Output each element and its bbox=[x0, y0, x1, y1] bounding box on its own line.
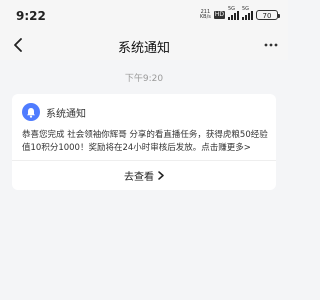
page-title: 系统通知 bbox=[117, 41, 170, 56]
battery-icon: 70 bbox=[256, 10, 280, 20]
nav-bar: 系统通知 bbox=[0, 30, 288, 60]
notification-message: 恭喜您完成 社会领袖你辉哥 分享的看直播任务，获得虎粮50经验值10积分1000… bbox=[22, 130, 268, 153]
chevron-right-icon bbox=[158, 170, 164, 180]
network-speed: 211 KB/s bbox=[200, 10, 211, 20]
bell-icon bbox=[22, 103, 40, 121]
signal-icon-2: 5G bbox=[242, 6, 253, 20]
more-dots-icon bbox=[264, 43, 278, 47]
notification-card[interactable]: 系统通知 恭喜您完成 社会领袖你辉哥 分享的看直播任务，获得虎粮50经验值10积… bbox=[12, 94, 276, 190]
message-timestamp: 下午9:20 bbox=[124, 74, 164, 84]
status-bar: 9:22 211 KB/s HD 5G 5G 70 bbox=[0, 0, 288, 30]
view-button[interactable]: 去查看 bbox=[12, 166, 276, 184]
system-icons: 211 KB/s HD 5G 5G 70 bbox=[200, 6, 280, 22]
card-title: 系统通知 bbox=[46, 108, 86, 120]
card-header: 系统通知 bbox=[22, 103, 86, 121]
status-time: 9:22 bbox=[16, 9, 46, 23]
more-button[interactable] bbox=[262, 36, 280, 54]
divider bbox=[12, 160, 276, 161]
signal-icon: 5G bbox=[228, 6, 239, 20]
battery-level: 70 bbox=[262, 12, 272, 20]
view-button-label: 去查看 bbox=[124, 171, 154, 183]
hd-badge: HD bbox=[213, 11, 225, 19]
signal-label: 5G bbox=[228, 5, 236, 12]
network-speed-unit: KB/s bbox=[199, 14, 211, 20]
signal-label-2: 5G bbox=[242, 5, 250, 12]
